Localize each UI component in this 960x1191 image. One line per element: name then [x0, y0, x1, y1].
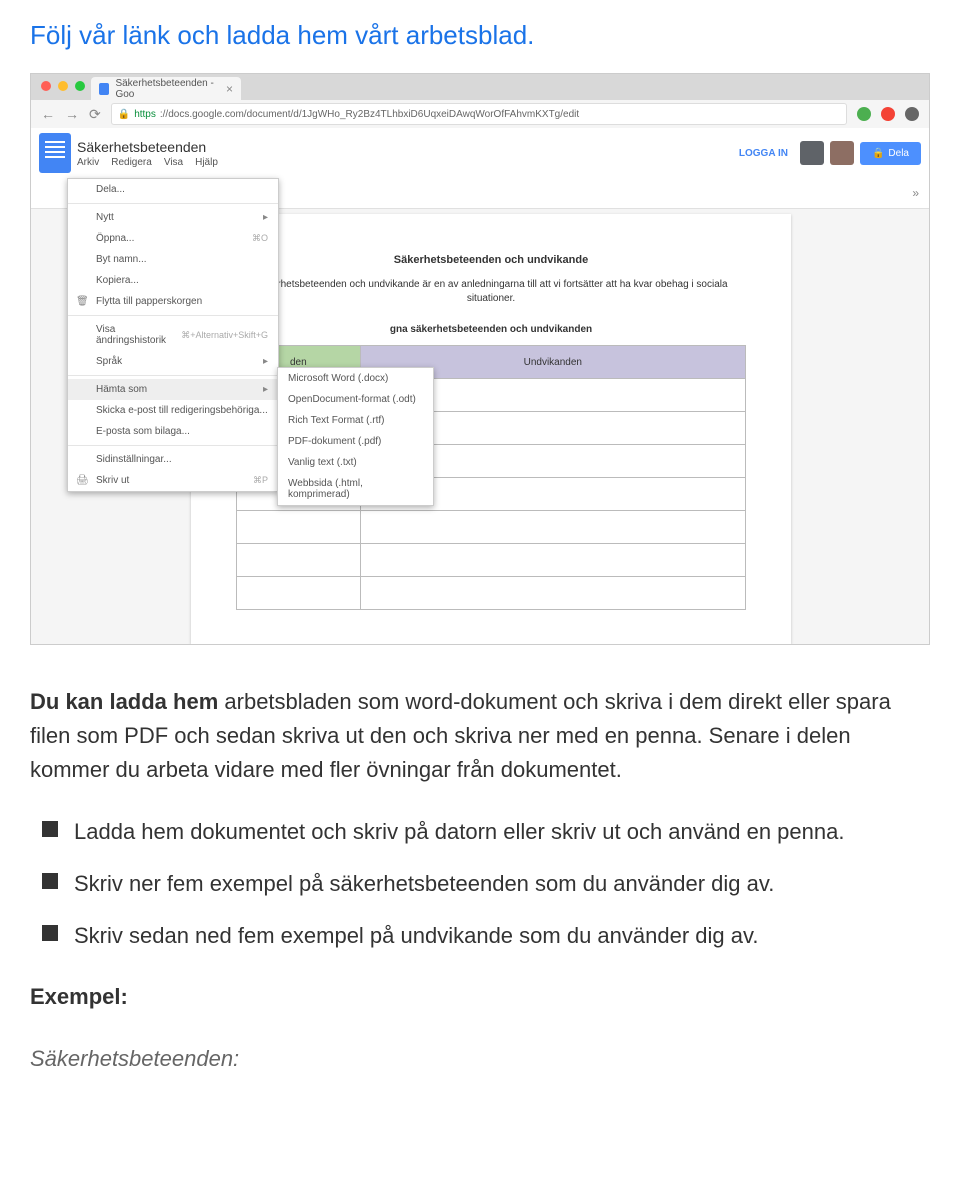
file-menu-item[interactable]: Nytt▸	[68, 207, 278, 228]
docs-header: Säkerhetsbeteenden Arkiv Redigera Visa Hjäl…	[31, 128, 929, 179]
file-menu-item[interactable]: Byt namn...	[68, 249, 278, 270]
window-controls[interactable]	[41, 81, 85, 91]
maximize-window-icon[interactable]	[75, 81, 85, 91]
download-option[interactable]: OpenDocument-format (.odt)	[278, 389, 433, 410]
doc-intro: Säkerhetsbeteenden och undvikande är en …	[236, 278, 746, 306]
file-menu-item[interactable]: Kopiera...	[68, 270, 278, 291]
doc-subheading: gna säkerhetsbeteenden och undvikanden	[236, 324, 746, 335]
docs-title[interactable]: Säkerhetsbeteenden	[77, 139, 739, 155]
instruction-paragraph: Du kan ladda hem arbetsbladen som word-d…	[30, 685, 930, 787]
docs-screenshot: Säkerhetsbeteenden - Goo × ← → ⟳ 🔒 https…	[30, 73, 930, 645]
file-menu-item[interactable]: Sidinställningar...	[68, 449, 278, 470]
file-menu-item[interactable]: 🖨Skriv ut⌘P	[68, 470, 278, 491]
task-list: Ladda hem dokumentet och skriv på datorn…	[30, 815, 930, 953]
tab-title: Säkerhetsbeteenden - Goo	[115, 78, 220, 100]
collaborator-avatar[interactable]	[830, 141, 854, 165]
example-heading: Exempel:	[30, 984, 930, 1010]
lock-icon: 🔒	[118, 109, 130, 120]
forward-icon[interactable]: →	[65, 106, 79, 122]
collapse-toolbar-icon[interactable]: »	[912, 186, 919, 200]
browser-tab[interactable]: Säkerhetsbeteenden - Goo ×	[91, 77, 241, 100]
file-menu-item[interactable]: Dela...	[68, 179, 278, 200]
download-submenu: Microsoft Word (.docx)OpenDocument-forma…	[277, 367, 434, 506]
lock-icon: 🔒	[872, 148, 884, 159]
example-subheading: Säkerhetsbeteenden:	[30, 1046, 930, 1072]
table-row	[237, 544, 746, 577]
download-option[interactable]: Microsoft Word (.docx)	[278, 368, 433, 389]
task-item: Skriv sedan ned fem exempel på undvikand…	[30, 919, 930, 953]
extension-icon[interactable]	[857, 107, 871, 121]
back-icon[interactable]: ←	[41, 106, 55, 122]
menu-hjälp[interactable]: Hjälp	[195, 157, 218, 168]
task-item: Skriv ner fem exempel på säkerhetsbeteen…	[30, 867, 930, 901]
share-button[interactable]: 🔒Dela	[860, 142, 921, 165]
docs-menubar: Arkiv Redigera Visa Hjälp	[77, 157, 739, 168]
file-menu: Dela... Nytt▸Öppna...⌘OByt namn...Kopiera…	[67, 178, 279, 492]
close-tab-icon[interactable]: ×	[226, 82, 233, 96]
menu-arkiv[interactable]: Arkiv	[77, 157, 99, 168]
url-path: ://docs.google.com/document/d/1JgWHo_Ry2…	[160, 109, 579, 120]
address-bar[interactable]: 🔒 https ://docs.google.com/document/d/1Jg…	[111, 103, 847, 125]
menu-visa[interactable]: Visa	[164, 157, 183, 168]
follow-link-heading: Följ vår länk och ladda hem vårt arbetsb…	[30, 20, 930, 51]
collaborator-avatar[interactable]	[800, 141, 824, 165]
docs-favicon	[99, 83, 109, 95]
docs-logo-icon[interactable]	[39, 133, 71, 173]
extension-icon[interactable]	[881, 107, 895, 121]
table-row	[237, 511, 746, 544]
file-menu-item[interactable]: 🗑Flytta till papperskorgen	[68, 291, 278, 312]
file-menu-item[interactable]: Hämta som▸	[68, 379, 278, 400]
download-option[interactable]: Webbsida (.html, komprimerad)	[278, 473, 433, 505]
close-window-icon[interactable]	[41, 81, 51, 91]
login-link[interactable]: LOGGA IN	[739, 148, 788, 159]
download-option[interactable]: Rich Text Format (.rtf)	[278, 410, 433, 431]
browser-tabstrip: Säkerhetsbeteenden - Goo ×	[31, 74, 929, 100]
doc-heading: Säkerhetsbeteenden och undvikande	[236, 254, 746, 266]
file-menu-item[interactable]: Språk▸	[68, 351, 278, 372]
file-menu-item[interactable]: Skicka e-post till redigeringsbehöriga..…	[68, 400, 278, 421]
menu-redigera[interactable]: Redigera	[111, 157, 152, 168]
minimize-window-icon[interactable]	[58, 81, 68, 91]
file-menu-item[interactable]: E-posta som bilaga...	[68, 421, 278, 442]
file-menu-item[interactable]: Visa ändringshistorik⌘+Alternativ+Skift+…	[68, 319, 278, 351]
instruction-bold: Du kan ladda hem	[30, 689, 218, 714]
reload-icon[interactable]: ⟳	[89, 106, 101, 123]
incognito-icon	[905, 107, 919, 121]
browser-toolbar: ← → ⟳ 🔒 https ://docs.google.com/document…	[31, 100, 929, 129]
url-protocol: https	[134, 109, 156, 120]
file-menu-item[interactable]: Öppna...⌘O	[68, 228, 278, 249]
download-option[interactable]: Vanlig text (.txt)	[278, 452, 433, 473]
download-option[interactable]: PDF-dokument (.pdf)	[278, 431, 433, 452]
table-row	[237, 577, 746, 610]
task-item: Ladda hem dokumentet och skriv på datorn…	[30, 815, 930, 849]
